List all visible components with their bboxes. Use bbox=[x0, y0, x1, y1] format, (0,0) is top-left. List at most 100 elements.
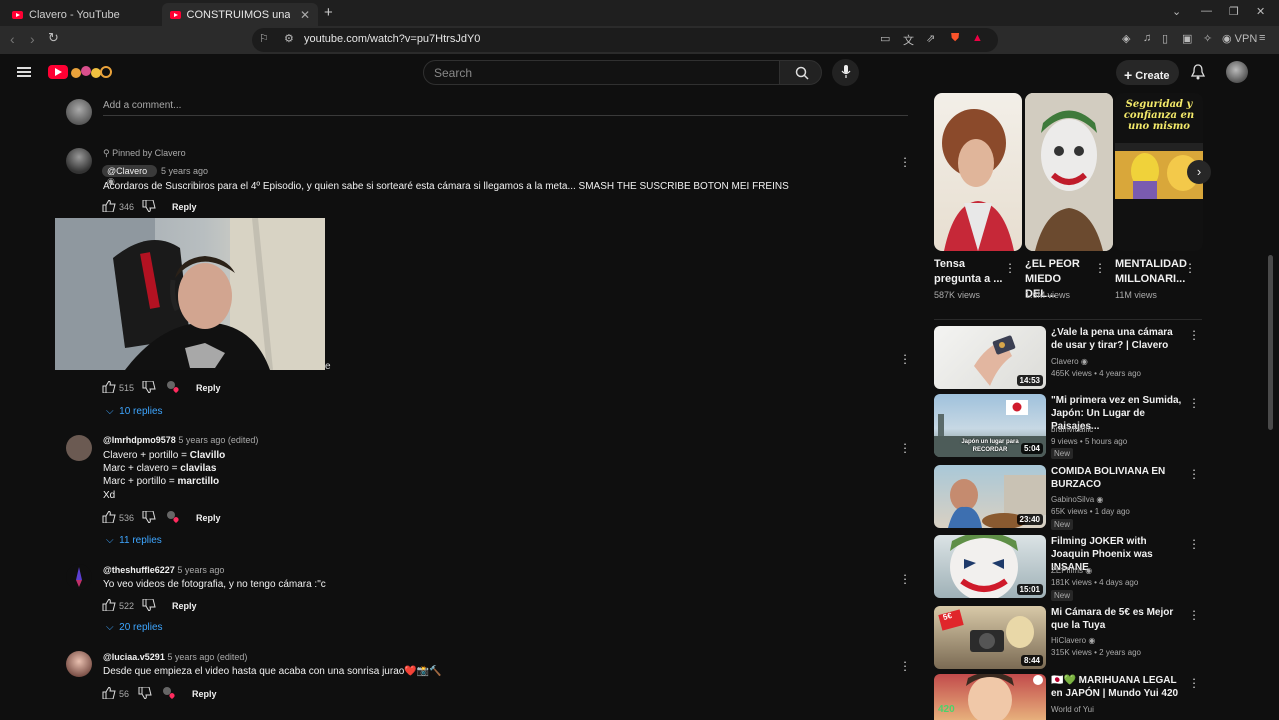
reload-icon[interactable]: ↻ bbox=[48, 30, 59, 46]
video-thumbnail[interactable]: 420 bbox=[934, 674, 1046, 720]
close-tab-icon[interactable]: ✕ bbox=[300, 8, 310, 22]
reply-button[interactable]: Reply bbox=[192, 689, 217, 699]
page-scrollbar[interactable] bbox=[1268, 255, 1273, 430]
close-window-icon[interactable]: ✕ bbox=[1256, 5, 1265, 18]
youtube-doodle-icon[interactable] bbox=[70, 64, 114, 80]
voice-search-button[interactable] bbox=[832, 59, 859, 86]
media-icon[interactable]: ♫ bbox=[1143, 32, 1151, 44]
new-tab-icon[interactable]: + bbox=[324, 4, 333, 21]
browser-tab-construimos[interactable]: CONSTRUIMOS una CÁMARA ✕ bbox=[162, 3, 318, 26]
browser-tab-clavero[interactable]: Clavero - YouTube bbox=[4, 3, 160, 26]
short-options-icon[interactable]: · · · bbox=[1006, 257, 1014, 278]
extensions-icon[interactable]: ◈ bbox=[1122, 32, 1130, 45]
like-icon[interactable] bbox=[102, 687, 116, 699]
video-title[interactable]: COMIDA BOLIVIANA EN BURZACO bbox=[1051, 465, 1183, 491]
dislike-icon[interactable] bbox=[142, 200, 156, 212]
tab-search-icon[interactable]: ⌄ bbox=[1172, 5, 1181, 18]
reply-button[interactable]: Reply bbox=[196, 383, 221, 393]
reply-button[interactable]: Reply bbox=[172, 601, 197, 611]
comment-options-icon[interactable]: · · · bbox=[901, 437, 909, 458]
cast-icon[interactable]: ▭ bbox=[880, 32, 890, 45]
video-channel[interactable]: ZEPfilms ◉ bbox=[1051, 566, 1092, 575]
comment-avatar[interactable] bbox=[66, 435, 92, 461]
video-channel[interactable]: HiClavero ◉ bbox=[1051, 636, 1095, 645]
account-avatar[interactable] bbox=[1226, 61, 1248, 83]
video-title[interactable]: 🇯🇵💚 MARIHUANA LEGAL en JAPÓN | Mundo Yui… bbox=[1051, 674, 1183, 700]
view-replies-button[interactable]: ⌵ 20 replies bbox=[106, 622, 163, 633]
comment-author[interactable]: @lmrhdpmo9578 bbox=[103, 435, 176, 445]
forward-icon[interactable]: › bbox=[30, 31, 35, 47]
comment-time[interactable]: 5 years ago (edited) bbox=[178, 435, 258, 445]
video-options-icon[interactable]: · · · bbox=[1190, 463, 1198, 484]
short-title[interactable]: Tensa pregunta a ... bbox=[934, 257, 1004, 287]
dislike-icon[interactable] bbox=[142, 599, 156, 611]
video-channel[interactable]: GabinoSilva ◉ bbox=[1051, 495, 1103, 504]
comment-time[interactable]: 5 years ago bbox=[161, 166, 208, 176]
video-thumbnail[interactable]: 15:01 bbox=[934, 535, 1046, 598]
minimize-icon[interactable]: — bbox=[1201, 5, 1212, 17]
video-thumbnail[interactable]: 14:53 bbox=[934, 326, 1046, 389]
video-options-icon[interactable]: · · · bbox=[1190, 324, 1198, 345]
add-comment-input[interactable]: Add a comment... bbox=[103, 100, 181, 111]
comment-avatar[interactable] bbox=[66, 148, 92, 174]
short-title[interactable]: MENTALIDAD MILLONARI... bbox=[1115, 257, 1187, 287]
comment-avatar[interactable] bbox=[66, 651, 92, 677]
comment-author[interactable]: @theshuffle6227 bbox=[103, 565, 175, 575]
back-icon[interactable]: ‹ bbox=[10, 31, 15, 47]
video-options-icon[interactable]: · · · bbox=[1190, 672, 1198, 693]
site-info-icon[interactable]: ⚙ bbox=[284, 32, 294, 45]
url-text[interactable]: youtube.com/watch?v=pu7HtrsJdY0 bbox=[304, 33, 480, 45]
search-input[interactable]: Search bbox=[423, 60, 780, 85]
comment-options-icon[interactable]: · · · bbox=[901, 568, 909, 589]
short-thumbnail[interactable] bbox=[1025, 93, 1113, 251]
translate-icon[interactable]: 文 bbox=[903, 32, 914, 48]
bookmark-icon[interactable]: ⚐ bbox=[259, 32, 269, 45]
like-icon[interactable] bbox=[102, 599, 116, 611]
like-icon[interactable] bbox=[102, 381, 116, 393]
video-channel[interactable]: Clavero ◉ bbox=[1051, 357, 1088, 366]
comment-author[interactable]: @Clavero ◉ bbox=[102, 165, 157, 186]
comment-author[interactable]: @luciaa.v5291 bbox=[103, 652, 165, 662]
comment-options-icon[interactable]: · · · bbox=[901, 151, 909, 172]
comment-avatar[interactable] bbox=[66, 564, 92, 590]
video-options-icon[interactable]: · · · bbox=[1190, 533, 1198, 554]
dislike-icon[interactable] bbox=[142, 381, 156, 393]
video-title[interactable]: ¿Vale la pena una cámara de usar y tirar… bbox=[1051, 326, 1183, 352]
youtube-logo-icon[interactable] bbox=[48, 65, 68, 79]
brave-shield-icon[interactable]: ⛊ bbox=[951, 32, 959, 45]
like-icon[interactable] bbox=[102, 511, 116, 523]
create-button[interactable]: + Create bbox=[1116, 60, 1179, 85]
search-button[interactable] bbox=[779, 60, 822, 85]
comment-options-icon[interactable]: · · · bbox=[901, 655, 909, 676]
video-thumbnail[interactable]: Japón un lugar para RECORDAR 5:04 bbox=[934, 394, 1046, 457]
wallet-icon[interactable]: ▣ bbox=[1182, 32, 1192, 45]
leo-icon[interactable]: ✧ bbox=[1203, 32, 1212, 45]
menu-icon[interactable]: ≡ bbox=[1259, 32, 1265, 44]
restore-icon[interactable]: ❐ bbox=[1229, 5, 1239, 18]
notifications-bell-icon[interactable] bbox=[1191, 64, 1205, 80]
view-replies-button[interactable]: ⌵ 11 replies bbox=[106, 535, 162, 546]
video-channel[interactable]: brainvidalfic bbox=[1051, 425, 1093, 434]
video-options-icon[interactable]: · · · bbox=[1190, 392, 1198, 413]
video-channel[interactable]: World of Yui bbox=[1051, 705, 1094, 714]
view-replies-button[interactable]: ⌵ 10 replies bbox=[106, 406, 163, 417]
short-options-icon[interactable]: · · · bbox=[1186, 257, 1194, 278]
dislike-icon[interactable] bbox=[138, 687, 152, 699]
hamburger-menu-icon[interactable] bbox=[17, 67, 31, 77]
video-options-icon[interactable]: · · · bbox=[1190, 604, 1198, 625]
reply-button[interactable]: Reply bbox=[196, 513, 221, 523]
short-thumbnail[interactable] bbox=[934, 93, 1022, 251]
dislike-icon[interactable] bbox=[142, 511, 156, 523]
sidebar-icon[interactable]: ▯ bbox=[1162, 32, 1168, 45]
comment-time[interactable]: 5 years ago (edited) bbox=[167, 652, 247, 662]
video-thumbnail[interactable]: 5€ 8:44 bbox=[934, 606, 1046, 669]
video-title[interactable]: Mi Cámara de 5€ es Mejor que la Tuya bbox=[1051, 606, 1183, 632]
reply-button[interactable]: Reply bbox=[172, 202, 197, 212]
shorts-next-button[interactable]: › bbox=[1187, 160, 1211, 184]
comment-time[interactable]: 5 years ago bbox=[177, 565, 224, 575]
comment-options-icon[interactable]: · · · bbox=[901, 348, 909, 369]
share-icon[interactable]: ⇗ bbox=[926, 32, 935, 45]
short-options-icon[interactable]: · · · bbox=[1096, 257, 1104, 278]
video-thumbnail[interactable]: 23:40 bbox=[934, 465, 1046, 528]
rewards-icon[interactable]: ▲ bbox=[972, 32, 983, 44]
